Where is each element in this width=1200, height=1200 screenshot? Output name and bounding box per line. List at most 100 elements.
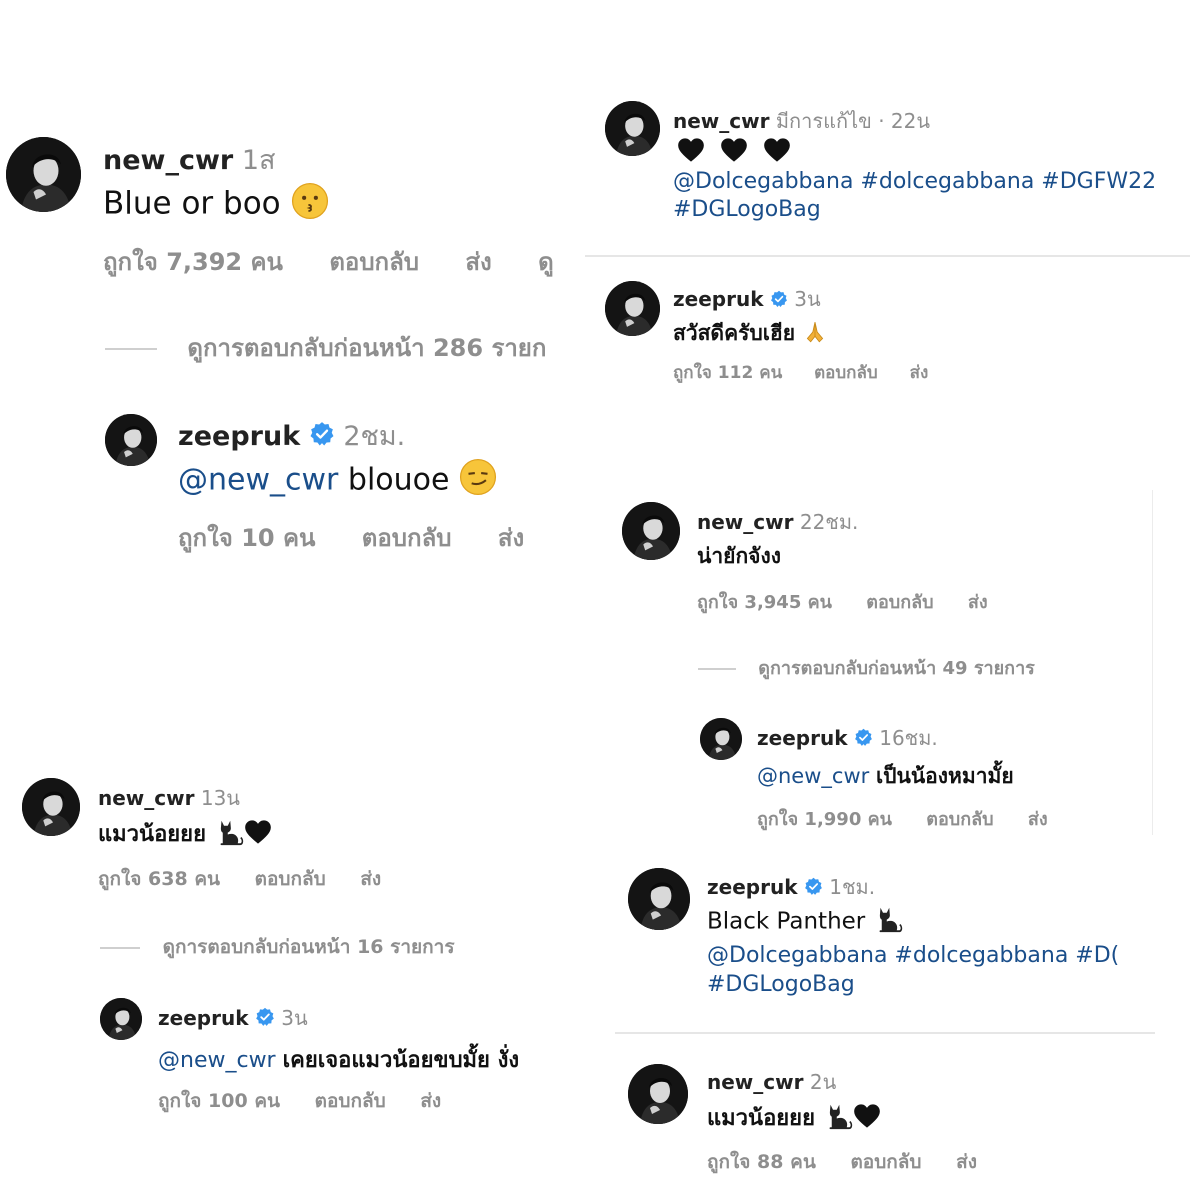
caption-tags-line1[interactable]: @Dolcegabbana #dolcegabbana #D( <box>707 943 1119 968</box>
timestamp[interactable]: 1ชม. <box>829 875 875 899</box>
view-previous-replies[interactable]: ดูการตอบกลับก่อนหน้า 49 รายการ <box>698 653 1035 682</box>
panel-c: new_cwr มีการแก้ไข · 22น @Dolcegabbana #… <box>585 95 1190 395</box>
timestamp[interactable]: 2ชม. <box>343 421 405 452</box>
likes-count[interactable]: ถูกใจ 88 คน <box>707 1147 816 1177</box>
comment-actions: ถูกใจ 88 คน ตอบกลับ ส่ง <box>707 1147 977 1177</box>
likes-count[interactable]: ถูกใจ 100 คน <box>158 1086 280 1116</box>
reply-button[interactable]: ตอบกลับ <box>866 587 933 616</box>
timestamp[interactable]: 3น <box>794 287 820 311</box>
panel-edge <box>1152 490 1153 835</box>
panel-a: new_cwr 1ส Blue or boo ถูกใจ 7,392 คน ตอ… <box>0 110 570 570</box>
avatar[interactable] <box>100 998 142 1040</box>
caption-tags-line2[interactable]: #DGLogoBag <box>673 197 821 222</box>
likes-label: ถูกใจ <box>757 809 799 830</box>
verified-badge-icon <box>804 877 823 901</box>
timestamp[interactable]: 3น <box>281 1006 307 1030</box>
likes-count[interactable]: ถูกใจ 112 คน <box>673 359 782 386</box>
username[interactable]: new_cwr <box>673 109 769 133</box>
comment-body: สวัสดีครับเฮีย <box>673 321 796 345</box>
comment-new-cwr: new_cwr 2น แมวน้อยยย ถูกใจ 88 คน ตอบกลับ… <box>615 1050 1160 1185</box>
avatar[interactable] <box>628 1064 688 1124</box>
avatar[interactable] <box>605 101 660 156</box>
verified-badge-icon <box>255 1007 275 1032</box>
caption-tags-line1[interactable]: @Dolcegabbana #dolcegabbana #DGFW22 <box>673 169 1156 194</box>
comment-actions: ถูกใจ 3,945 คน ตอบกลับ ส่ง <box>697 587 988 616</box>
verified-badge-icon <box>770 289 788 313</box>
comment-zeepruk: zeepruk 3น สวัสดีครับเฮีย ถูกใจ 112 คน ต… <box>585 275 1190 390</box>
reply-actions: ถูกใจ 1,990 คน ตอบกลับ ส่ง <box>757 804 1048 833</box>
reply-button[interactable]: ตอบกลับ <box>255 864 326 894</box>
black-heart-icon <box>720 137 748 167</box>
comment-text: Blue or boo <box>103 182 329 228</box>
reply-text: @new_cwr เคยเจอแมวน้อยขบมั้ย งั่ง <box>158 1042 519 1077</box>
mention-link[interactable]: @new_cwr <box>757 764 869 788</box>
username[interactable]: new_cwr <box>697 510 793 534</box>
send-button[interactable]: ส่ง <box>465 242 491 281</box>
reply-button[interactable]: ตอบกลับ <box>315 1086 386 1116</box>
avatar[interactable] <box>700 718 742 760</box>
view-previous-replies[interactable]: ดูการตอบกลับก่อนหน้า 286 รายก <box>105 328 546 367</box>
send-button[interactable]: ส่ง <box>968 587 988 616</box>
edited-label: มีการแก้ไข <box>775 109 872 133</box>
reply-zeepruk: zeepruk 16ชม. @new_cwr เป็นน้องหมามั้ย ถ… <box>600 712 1150 832</box>
avatar[interactable] <box>22 778 80 836</box>
divider <box>615 1032 1155 1033</box>
timestamp[interactable]: 2น <box>810 1070 836 1094</box>
reply-body: เคยเจอแมวน้อยขบมั้ย งั่ง <box>282 1048 520 1073</box>
view-more-suffix: รายก <box>491 334 547 362</box>
username[interactable]: zeepruk <box>158 1006 249 1030</box>
send-button[interactable]: ส่ง <box>360 864 381 894</box>
avatar[interactable] <box>6 137 81 212</box>
username[interactable]: new_cwr <box>707 1070 803 1094</box>
caption-tags-line2[interactable]: #DGLogoBag <box>707 972 855 997</box>
likes-count[interactable]: ถูกใจ 7,392 คน <box>103 242 283 281</box>
likes-count[interactable]: ถูกใจ 3,945 คน <box>697 587 832 616</box>
timestamp[interactable]: 16ชม. <box>879 726 938 750</box>
view-more-label: ดูการตอบกลับก่อนหน้า <box>187 334 425 362</box>
send-button[interactable]: ส่ง <box>956 1147 977 1177</box>
avatar[interactable] <box>628 868 690 930</box>
likes-number: 88 <box>757 1151 784 1173</box>
reply-button[interactable]: ตอบกลับ <box>926 804 993 833</box>
view-previous-replies[interactable]: ดูการตอบกลับก่อนหน้า 16 รายการ <box>100 932 455 962</box>
avatar[interactable] <box>605 281 660 336</box>
likes-count[interactable]: ถูกใจ 10 คน <box>178 518 315 557</box>
username[interactable]: zeepruk <box>707 875 798 899</box>
username[interactable]: new_cwr <box>103 145 233 176</box>
mention-link[interactable]: @new_cwr <box>158 1048 276 1073</box>
comment-new-cwr: new_cwr 13น แมวน้อยยย ถูกใจ 638 คน ตอบกล… <box>0 770 575 900</box>
timestamp[interactable]: 22น <box>891 109 930 133</box>
timestamp[interactable]: 22ชม. <box>800 510 859 534</box>
username[interactable]: zeepruk <box>757 726 848 750</box>
likes-count[interactable]: ถูกใจ 1,990 คน <box>757 804 892 833</box>
username[interactable]: zeepruk <box>178 421 300 452</box>
likes-number: 1,990 <box>804 809 862 830</box>
reply-button[interactable]: ตอบกลับ <box>814 359 878 386</box>
likes-label: ถูกใจ <box>673 363 712 383</box>
mention-link[interactable]: @new_cwr <box>178 463 338 498</box>
send-button[interactable]: ส่ง <box>420 1086 441 1116</box>
likes-number: 10 <box>241 524 275 552</box>
likes-count[interactable]: ถูกใจ 638 คน <box>98 864 220 894</box>
see-translation-button[interactable]: ดู <box>538 242 554 281</box>
verified-badge-icon <box>309 421 335 454</box>
comment-body: แมวน้อยยย <box>98 822 206 847</box>
timestamp[interactable]: 13น <box>201 786 240 810</box>
avatar[interactable] <box>105 414 157 466</box>
avatar[interactable] <box>622 502 680 560</box>
reply-button[interactable]: ตอบกลับ <box>362 518 452 557</box>
reply-button[interactable]: ตอบกลับ <box>329 242 419 281</box>
black-cat-icon <box>823 1101 853 1137</box>
likes-unit: คน <box>254 1090 281 1112</box>
send-button[interactable]: ส่ง <box>910 359 929 386</box>
send-button[interactable]: ส่ง <box>498 518 524 557</box>
reply-button[interactable]: ตอบกลับ <box>850 1147 921 1177</box>
username[interactable]: zeepruk <box>673 287 764 311</box>
black-heart-icon <box>244 819 272 851</box>
timestamp[interactable]: 1ส <box>242 145 276 176</box>
view-more-label: ดูการตอบกลับก่อนหน้า <box>758 658 937 679</box>
send-button[interactable]: ส่ง <box>1028 804 1048 833</box>
view-more-suffix: รายการ <box>390 936 455 958</box>
likes-label: ถูกใจ <box>103 248 158 276</box>
username[interactable]: new_cwr <box>98 786 194 810</box>
